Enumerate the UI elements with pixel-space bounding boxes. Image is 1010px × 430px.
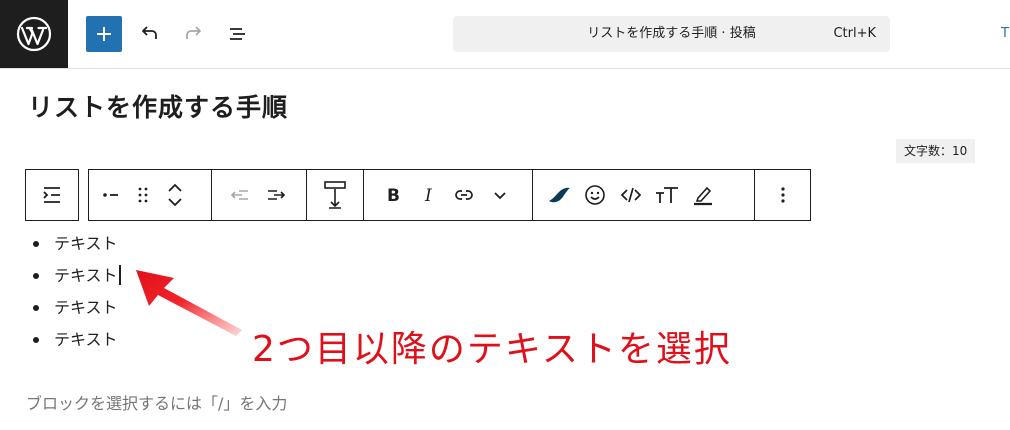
link-button[interactable] (446, 170, 482, 220)
post-title[interactable]: リストを作成する手順 (28, 88, 288, 128)
undo-button[interactable] (131, 16, 167, 52)
cut-off-header-item[interactable]: T (1001, 24, 1010, 44)
bold-button[interactable]: B (374, 170, 410, 220)
indent-icon (267, 190, 285, 200)
list-item[interactable]: テキスト (30, 324, 121, 356)
redo-button[interactable] (176, 16, 212, 52)
document-overview-icon (230, 28, 245, 40)
text-size-icon (656, 187, 679, 203)
bold-icon: B (387, 186, 400, 206)
more-formatting-button[interactable] (482, 170, 518, 220)
document-title: リストを作成する手順 · 投稿 (587, 26, 756, 41)
parent-block-toolbar (25, 169, 79, 221)
list-block[interactable]: テキスト テキスト テキスト テキスト (30, 228, 121, 356)
drag-handle[interactable] (129, 170, 157, 220)
svg-text:I: I (424, 186, 432, 206)
list-item-text: テキスト (54, 330, 118, 349)
undo-icon (142, 26, 157, 39)
block-toolbar: B I (88, 169, 811, 221)
move-up-icon[interactable] (166, 181, 184, 195)
emoji-button[interactable] (577, 170, 613, 220)
plugin-leaf-icon (549, 187, 571, 203)
move-down-icon[interactable] (166, 195, 184, 209)
select-parent-block-button[interactable] (34, 170, 70, 220)
block-height-button[interactable] (317, 170, 353, 220)
block-appender-placeholder[interactable]: ブロックを選択するには「/」を入力 (26, 392, 287, 416)
link-icon (454, 190, 473, 200)
drag-handle-icon (138, 187, 148, 203)
command-shortcut: Ctrl+K (833, 26, 876, 41)
list-item-icon (103, 193, 118, 197)
parent-block-icon (43, 187, 60, 203)
highlight-button[interactable] (685, 170, 721, 220)
move-block-buttons (157, 170, 193, 220)
list-item-block-button[interactable] (93, 170, 129, 220)
svg-text:B: B (387, 186, 400, 206)
add-block-button[interactable] (86, 16, 122, 52)
emoji-icon (585, 185, 606, 205)
editor-top-bar: リストを作成する手順 · 投稿 Ctrl+K T (0, 0, 1010, 69)
wordpress-logo[interactable] (0, 0, 68, 68)
list-item[interactable]: テキスト (30, 292, 121, 324)
inline-code-button[interactable] (613, 170, 649, 220)
more-formatting-icon (493, 192, 506, 200)
redo-icon (186, 26, 201, 39)
inline-code-icon (621, 187, 642, 203)
indent-button[interactable] (258, 170, 294, 220)
list-item-text: テキスト (54, 266, 118, 285)
character-count-badge: 文字数：10 (896, 139, 976, 163)
list-item[interactable]: テキスト (30, 228, 121, 260)
italic-button[interactable]: I (410, 170, 446, 220)
outdent-icon (230, 190, 248, 200)
highlight-icon (694, 186, 713, 206)
block-options-button[interactable] (765, 170, 801, 220)
outdent-button[interactable] (222, 170, 258, 220)
list-item-text: テキスト (54, 234, 118, 253)
command-palette-bar[interactable]: リストを作成する手順 · 投稿 Ctrl+K (453, 16, 890, 52)
align-height-icon (323, 181, 346, 209)
options-icon (780, 187, 785, 203)
italic-icon: I (424, 186, 432, 206)
text-cursor (118, 265, 121, 285)
wordpress-logo-icon (16, 16, 52, 52)
text-size-button[interactable] (649, 170, 685, 220)
annotation-text: 2つ目以降のテキストを選択 (252, 329, 732, 370)
document-overview-button[interactable] (220, 16, 256, 52)
plugin-leaf-button[interactable] (541, 170, 577, 220)
annotation-arrow (136, 270, 242, 336)
add-block-icon (97, 27, 111, 41)
list-item-text: テキスト (54, 298, 118, 317)
list-item[interactable]: テキスト (30, 260, 121, 292)
